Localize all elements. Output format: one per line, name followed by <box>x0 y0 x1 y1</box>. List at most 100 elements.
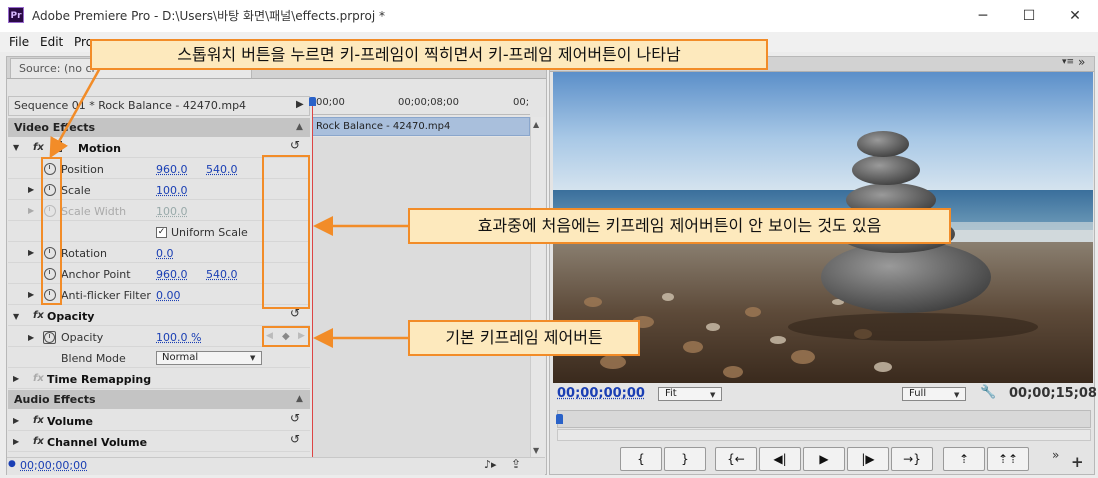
reset-icon[interactable]: ↺ <box>290 411 300 425</box>
timeline-clip[interactable]: Rock Balance - 42470.mp4 <box>312 117 530 136</box>
step-forward-button[interactable]: |▶ <box>847 447 889 471</box>
lift-button[interactable]: ⇡ <box>943 447 985 471</box>
keyframe-track-area[interactable] <box>312 137 530 459</box>
chevron-down-icon[interactable]: ▼ <box>710 391 715 399</box>
playhead-line[interactable] <box>312 102 313 459</box>
program-zoom-scrollbar[interactable] <box>557 429 1091 441</box>
twirl-right-icon[interactable]: ▶ <box>13 437 19 446</box>
program-current-timecode[interactable]: 00;00;00;00 <box>557 386 645 401</box>
audio-only-toggle-icon[interactable]: ♪▸ <box>484 458 497 471</box>
window-title: Adobe Premiere Pro - D:\Users\바탕 화면\패널\e… <box>32 9 385 23</box>
collapse-up-icon[interactable]: ▲ <box>296 394 303 404</box>
effect-name-opacity: Opacity <box>47 310 95 323</box>
go-to-out-button[interactable]: →} <box>891 447 933 471</box>
twirl-right-icon[interactable]: ▶ <box>28 248 34 257</box>
anti-flicker-value[interactable]: 0.00 <box>156 289 181 302</box>
basic-keyframe-annotation: 기본 키프레임 제어버튼 <box>408 320 640 356</box>
video-effects-header: Video Effects <box>8 118 310 137</box>
go-to-in-button[interactable]: {← <box>715 447 757 471</box>
basic-keyframe-highlight-box <box>262 326 310 347</box>
scroll-down-icon[interactable]: ▼ <box>533 446 539 455</box>
ruler-label-end: 00; <box>513 97 530 108</box>
effect-name-volume: Volume <box>47 415 93 428</box>
wrench-icon[interactable]: 🔧 <box>980 385 996 400</box>
scroll-up-icon[interactable]: ▲ <box>533 120 539 129</box>
chevron-down-icon[interactable]: ▼ <box>250 354 255 362</box>
program-duration: 00;00;15;08 <box>1009 386 1097 401</box>
fx-badge-icon[interactable]: fx <box>33 415 44 426</box>
collapse-up-icon[interactable]: ▲ <box>296 122 303 132</box>
twirl-right-icon: ▶ <box>28 206 35 215</box>
step-back-button[interactable]: ◀| <box>759 447 801 471</box>
effect-name-channel-volume: Channel Volume <box>47 436 148 449</box>
panel-menu-icon[interactable]: ▾≡ <box>1062 57 1074 67</box>
position-x-value[interactable]: 960.0 <box>156 163 188 176</box>
twirl-right-icon[interactable]: ▶ <box>13 374 19 383</box>
more-controls-icon[interactable]: » <box>1052 448 1059 462</box>
uniform-scale-checkbox[interactable]: ✓ <box>156 227 167 238</box>
panel-maximize-icon[interactable]: » <box>1078 55 1085 69</box>
menu-edit[interactable]: Edit <box>40 35 63 49</box>
hidden-controls-annotation: 효과중에 처음에는 키프레임 제어버튼이 안 보이는 것도 있음 <box>408 208 951 244</box>
maximize-button[interactable]: ☐ <box>1006 0 1052 32</box>
timeline-vertical-scrollbar[interactable] <box>530 117 545 459</box>
export-icon[interactable]: ⇪ <box>511 457 521 471</box>
effect-name-time-remapping: Time Remapping <box>47 373 152 386</box>
close-button[interactable]: ✕ <box>1052 0 1098 32</box>
mark-in-button[interactable]: { <box>620 447 662 471</box>
extract-button[interactable]: ⇡⇡ <box>987 447 1029 471</box>
program-time-ruler[interactable] <box>557 410 1091 428</box>
stopwatch-annotation: 스톱워치 버튼을 누르면 키-프레임이 찍히면서 키-프레임 제어버튼이 나타남 <box>90 39 768 70</box>
transform-box-icon[interactable] <box>51 141 62 152</box>
position-y-value[interactable]: 540.0 <box>206 163 238 176</box>
effect-name-motion: Motion <box>78 142 121 155</box>
minimize-button[interactable]: ─ <box>960 0 1006 32</box>
fx-badge-icon[interactable]: fx <box>33 142 44 153</box>
twirl-down-icon[interactable]: ▼ <box>13 312 19 321</box>
sequence-clip-header[interactable]: Sequence 01 * Rock Balance - 42470.mp4 <box>8 96 310 116</box>
playhead-handle[interactable] <box>309 97 316 106</box>
anchor-x-value[interactable]: 960.0 <box>156 268 188 281</box>
property-label-opacity: Opacity <box>61 331 104 344</box>
play-button[interactable]: ▶ <box>803 447 845 471</box>
ruler-label-mid: 00;00;08;00 <box>398 97 460 108</box>
twirl-right-icon[interactable]: ▶ <box>28 333 34 342</box>
blend-mode-select[interactable]: Normal <box>156 351 262 365</box>
video-effects-label: Video Effects <box>14 121 96 134</box>
show-timeline-play-icon[interactable]: ▶ <box>296 99 304 110</box>
scale-width-value: 100.0 <box>156 205 188 218</box>
chevron-down-icon[interactable]: ▼ <box>954 391 959 399</box>
uniform-scale-label: Uniform Scale <box>171 226 248 239</box>
mark-out-button[interactable]: } <box>664 447 706 471</box>
stopwatch-toggle-on-icon[interactable] <box>43 331 56 344</box>
fx-badge-icon[interactable]: fx <box>33 310 44 321</box>
program-playhead[interactable] <box>556 414 563 424</box>
twirl-down-icon[interactable]: ▼ <box>13 143 19 152</box>
current-time-display[interactable]: 00;00;00;00 <box>20 459 87 472</box>
twirl-right-icon[interactable]: ▶ <box>28 185 34 194</box>
button-editor-add-icon[interactable]: + <box>1071 453 1084 471</box>
timecode-marker-icon: ● <box>8 459 16 469</box>
property-label-position: Position <box>61 163 104 176</box>
anchor-y-value[interactable]: 540.0 <box>206 268 238 281</box>
twirl-right-icon[interactable]: ▶ <box>28 290 34 299</box>
effect-controls-footer <box>7 457 545 475</box>
ruler-label-start: 00;00 <box>316 97 345 108</box>
property-label-scale: Scale <box>61 184 91 197</box>
rotation-value[interactable]: 0.0 <box>156 247 174 260</box>
fx-badge-icon[interactable]: fx <box>33 436 44 447</box>
property-label-rotation: Rotation <box>61 247 108 260</box>
property-label-anti-flicker: Anti-flicker Filter <box>61 289 151 302</box>
property-label-blend-mode: Blend Mode <box>61 352 126 365</box>
reset-icon[interactable]: ↺ <box>290 432 300 446</box>
reset-icon[interactable]: ↺ <box>290 138 300 152</box>
menu-file[interactable]: File <box>9 35 29 49</box>
fx-badge-icon: fx <box>33 373 44 384</box>
audio-effects-label: Audio Effects <box>14 393 96 406</box>
property-label-scale-width: Scale Width <box>61 205 127 218</box>
scale-value[interactable]: 100.0 <box>156 184 188 197</box>
twirl-right-icon[interactable]: ▶ <box>13 416 19 425</box>
audio-effects-header: Audio Effects <box>8 390 310 409</box>
stopwatch-highlight-box <box>41 157 62 305</box>
opacity-value[interactable]: 100.0 % <box>156 331 201 344</box>
